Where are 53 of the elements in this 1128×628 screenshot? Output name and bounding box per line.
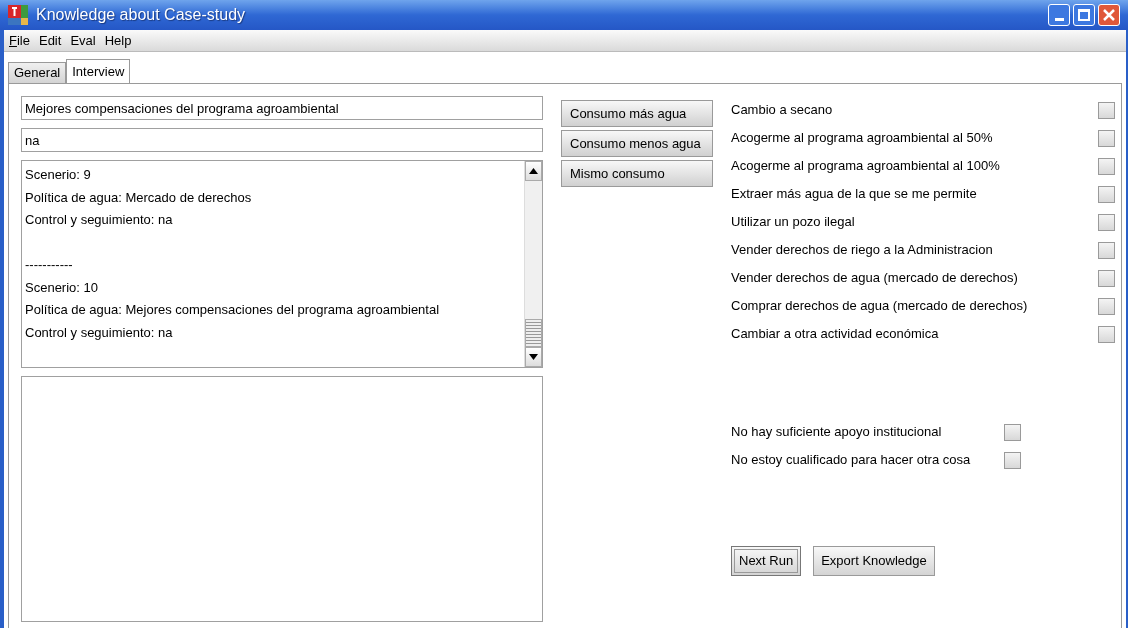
option-label: Acogerme al programa agroambiental al 100% xyxy=(731,157,1000,176)
action-button[interactable]: Next Run xyxy=(731,546,802,576)
log-line: Política de agua: Mercado de derechos xyxy=(25,188,253,207)
option-label: Utilizar un pozo ilegal xyxy=(731,213,855,232)
log-line: ----------- xyxy=(25,256,74,274)
checkbox[interactable] xyxy=(1098,129,1115,147)
text-field[interactable]: na xyxy=(21,128,543,152)
checkbox[interactable] xyxy=(1098,157,1115,175)
option-label: Vender derechos de agua (mercado de derechos) xyxy=(731,269,1018,288)
checkbox[interactable] xyxy=(1098,269,1115,287)
close-icon xyxy=(1103,9,1115,21)
menu-item[interactable]: Help xyxy=(104,30,132,51)
option-label: Comprar derechos de agua (mercado de derechos) xyxy=(731,297,1028,316)
tab[interactable]: Interview xyxy=(66,59,131,83)
close-button[interactable] xyxy=(1098,4,1120,26)
reason-label: No estoy cualificado para hacer otra cosa xyxy=(731,451,971,470)
maximize-button[interactable] xyxy=(1073,4,1095,26)
checkbox[interactable] xyxy=(1098,213,1115,231)
checkbox[interactable] xyxy=(1098,325,1115,343)
menu-item[interactable]: Edit xyxy=(38,30,62,51)
text-field[interactable]: Mejores compensaciones del programa agroambiental xyxy=(21,96,543,120)
reason-label: No hay suficiente apoyo institucional xyxy=(731,423,942,442)
checkbox[interactable] xyxy=(1004,451,1021,469)
log-line: Control y seguimiento: na xyxy=(25,323,174,342)
scroll-down-icon[interactable] xyxy=(525,347,542,367)
log-line: Control y seguimiento: na xyxy=(25,211,174,229)
option-label: Vender derechos de riego a la Administracion xyxy=(731,241,993,260)
consumption-button[interactable]: Mismo consumo xyxy=(561,160,713,187)
consumption-button[interactable]: Consumo más agua xyxy=(561,100,713,127)
scrollbar[interactable] xyxy=(524,161,542,367)
checkbox[interactable] xyxy=(1098,185,1115,203)
menu-item[interactable]: File xyxy=(9,30,30,51)
log-line: Scenerio: 10 xyxy=(25,278,99,297)
action-button[interactable]: Export Knowledge xyxy=(813,546,935,576)
log-line: Scenerio: 9 xyxy=(25,166,92,184)
checkbox[interactable] xyxy=(1098,101,1115,119)
option-label: Cambiar a otra actividad económica xyxy=(731,325,939,344)
scroll-up-icon[interactable] xyxy=(525,161,542,181)
checkbox[interactable] xyxy=(1098,297,1115,315)
checkbox[interactable] xyxy=(1098,241,1115,259)
checkbox[interactable] xyxy=(1004,423,1021,441)
scroll-thumb[interactable] xyxy=(525,319,542,347)
option-label: Extraer más agua de la que se me permite xyxy=(731,185,977,204)
option-label: Cambio a secano xyxy=(731,101,833,120)
option-label: Acogerme al programa agroambiental al 50% xyxy=(731,129,993,148)
log-line: Política de agua: Mejores compensaciones del programa agroambiental xyxy=(25,301,441,319)
consumption-button[interactable]: Consumo menos agua xyxy=(561,130,713,157)
minimize-button[interactable] xyxy=(1048,4,1070,26)
log-area[interactable]: Scenerio: 9 Política de agua: Mercado de derechos Control y seguimiento: na ----------- Scenerio: 10 Política de agua: Mejores compensaciones del programa agroambiental Control y seguimiento: na xyxy=(21,160,543,368)
tab[interactable]: General xyxy=(8,62,67,83)
app-icon xyxy=(8,5,28,25)
menu-item[interactable]: Eval xyxy=(70,30,96,51)
window-title: Knowledge about Case-study xyxy=(36,5,246,25)
